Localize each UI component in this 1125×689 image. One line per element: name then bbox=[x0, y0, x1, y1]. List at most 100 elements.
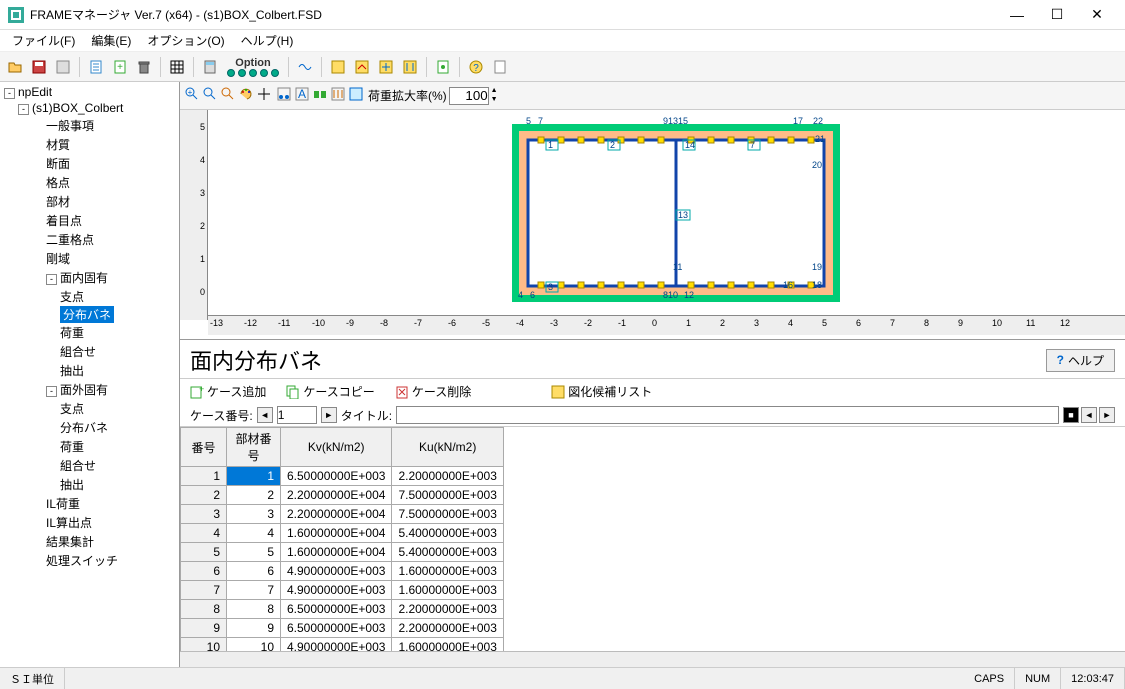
minimize-button[interactable]: — bbox=[997, 1, 1037, 29]
cell-kv[interactable]: 6.50000000E+003 bbox=[281, 467, 392, 486]
cell-ku[interactable]: 5.40000000E+003 bbox=[392, 524, 503, 543]
delete-icon[interactable] bbox=[133, 56, 155, 78]
help-icon[interactable]: ? bbox=[465, 56, 487, 78]
saveall-icon[interactable] bbox=[52, 56, 74, 78]
row-number[interactable]: 7 bbox=[181, 581, 227, 600]
tree-item[interactable]: 組合せ bbox=[2, 456, 177, 475]
spin-up[interactable]: ▲ bbox=[491, 87, 505, 96]
case-add-button[interactable]: +ケース追加 bbox=[190, 383, 266, 400]
info-icon[interactable] bbox=[489, 56, 511, 78]
tree-outplane[interactable]: -面外固有 bbox=[2, 380, 177, 399]
title-input[interactable] bbox=[396, 406, 1059, 424]
row-number[interactable]: 5 bbox=[181, 543, 227, 562]
cell-kv[interactable]: 6.50000000E+003 bbox=[281, 600, 392, 619]
open-icon[interactable] bbox=[4, 56, 26, 78]
result-icon[interactable] bbox=[348, 86, 364, 105]
tree-item[interactable]: 抽出 bbox=[2, 361, 177, 380]
table-row[interactable]: 9 9 6.50000000E+003 2.20000000E+003 bbox=[181, 619, 504, 638]
nav-next[interactable]: ► bbox=[1099, 407, 1115, 423]
table-row[interactable]: 10 10 4.90000000E+003 1.60000000E+003 bbox=[181, 638, 504, 652]
row-number[interactable]: 4 bbox=[181, 524, 227, 543]
cell-kv[interactable]: 4.90000000E+003 bbox=[281, 638, 392, 652]
table-row[interactable]: 5 5 1.60000000E+004 5.40000000E+003 bbox=[181, 543, 504, 562]
row-number[interactable]: 10 bbox=[181, 638, 227, 652]
member-icon[interactable]: A bbox=[294, 86, 310, 105]
col-header[interactable]: Ku(kN/m2) bbox=[392, 428, 503, 467]
col-header[interactable]: 部材番号 bbox=[227, 428, 281, 467]
tree-item[interactable]: 支点 bbox=[2, 399, 177, 418]
table-row[interactable]: 6 6 4.90000000E+003 1.60000000E+003 bbox=[181, 562, 504, 581]
tree-item[interactable]: IL算出点 bbox=[2, 513, 177, 532]
close-button[interactable]: ✕ bbox=[1077, 1, 1117, 29]
tree-item[interactable]: 荷重 bbox=[2, 437, 177, 456]
maximize-button[interactable]: ☐ bbox=[1037, 1, 1077, 29]
menu-help[interactable]: ヘルプ(H) bbox=[233, 30, 302, 51]
candidates-button[interactable]: 図化候補リスト bbox=[551, 383, 652, 400]
load-ratio-input[interactable] bbox=[449, 87, 489, 105]
case-next[interactable]: ► bbox=[321, 407, 337, 423]
cell-member[interactable]: 1 bbox=[227, 467, 281, 486]
cell-ku[interactable]: 5.40000000E+003 bbox=[392, 543, 503, 562]
cell-member[interactable]: 9 bbox=[227, 619, 281, 638]
tree-item[interactable]: 結果集計 bbox=[2, 532, 177, 551]
row-number[interactable]: 6 bbox=[181, 562, 227, 581]
case-number-input[interactable] bbox=[277, 406, 317, 424]
case-delete-button[interactable]: ケース削除 bbox=[395, 383, 471, 400]
wave-icon[interactable] bbox=[294, 56, 316, 78]
save-icon[interactable] bbox=[28, 56, 50, 78]
cell-ku[interactable]: 1.60000000E+003 bbox=[392, 581, 503, 600]
cell-member[interactable]: 5 bbox=[227, 543, 281, 562]
tree-item[interactable]: 剛域 bbox=[2, 249, 177, 268]
chart1-icon[interactable] bbox=[327, 56, 349, 78]
cell-kv[interactable]: 2.20000000E+004 bbox=[281, 486, 392, 505]
help-button[interactable]: ?ヘルプ bbox=[1046, 349, 1115, 372]
tree-item[interactable]: 荷重 bbox=[2, 323, 177, 342]
cell-member[interactable]: 6 bbox=[227, 562, 281, 581]
zoom-fit-icon[interactable] bbox=[220, 86, 236, 105]
menu-option[interactable]: オプション(O) bbox=[139, 30, 232, 51]
case-copy-button[interactable]: ケースコピー bbox=[286, 383, 374, 400]
cell-ku[interactable]: 2.20000000E+003 bbox=[392, 600, 503, 619]
cell-kv[interactable]: 6.50000000E+003 bbox=[281, 619, 392, 638]
cell-member[interactable]: 7 bbox=[227, 581, 281, 600]
spin-down[interactable]: ▼ bbox=[491, 96, 505, 105]
table-row[interactable]: 7 7 4.90000000E+003 1.60000000E+003 bbox=[181, 581, 504, 600]
viewer-canvas[interactable]: 5 4 3 2 1 0 bbox=[180, 110, 1125, 340]
case-prev[interactable]: ◄ bbox=[257, 407, 273, 423]
row-number[interactable]: 8 bbox=[181, 600, 227, 619]
grid-icon[interactable] bbox=[166, 56, 188, 78]
zoom-in-icon[interactable]: + bbox=[184, 86, 200, 105]
new-icon[interactable]: + bbox=[109, 56, 131, 78]
cell-ku[interactable]: 1.60000000E+003 bbox=[392, 562, 503, 581]
node-icon[interactable] bbox=[276, 86, 292, 105]
table-row[interactable]: 8 8 6.50000000E+003 2.20000000E+003 bbox=[181, 600, 504, 619]
option-dots[interactable] bbox=[223, 69, 283, 77]
calc-icon[interactable] bbox=[199, 56, 221, 78]
tree-item[interactable]: IL荷重 bbox=[2, 494, 177, 513]
col-header[interactable]: Kv(kN/m2) bbox=[281, 428, 392, 467]
menu-file[interactable]: ファイル(F) bbox=[4, 30, 83, 51]
crosshair-icon[interactable] bbox=[256, 86, 272, 105]
tree-item-selected[interactable]: 分布バネ bbox=[60, 306, 114, 323]
cell-ku[interactable]: 2.20000000E+003 bbox=[392, 467, 503, 486]
cell-ku[interactable]: 7.50000000E+003 bbox=[392, 505, 503, 524]
tree-item[interactable]: 分布バネ bbox=[2, 418, 177, 437]
table-wrap[interactable]: 番号 部材番号 Kv(kN/m2) Ku(kN/m2) 1 1 6.500000… bbox=[180, 427, 1125, 651]
binoculars-icon[interactable] bbox=[312, 86, 328, 105]
cell-member[interactable]: 2 bbox=[227, 486, 281, 505]
tree-model[interactable]: -(s1)BOX_Colbert bbox=[2, 100, 177, 116]
row-number[interactable]: 2 bbox=[181, 486, 227, 505]
cell-kv[interactable]: 2.20000000E+004 bbox=[281, 505, 392, 524]
tree-item[interactable]: 支点 bbox=[2, 287, 177, 306]
col-header[interactable]: 番号 bbox=[181, 428, 227, 467]
row-number[interactable]: 3 bbox=[181, 505, 227, 524]
tree-item[interactable]: 抽出 bbox=[2, 475, 177, 494]
table-row[interactable]: 4 4 1.60000000E+004 5.40000000E+003 bbox=[181, 524, 504, 543]
tree-view[interactable]: -npEdit -(s1)BOX_Colbert 一般事項 材質 断面 格点 部… bbox=[0, 82, 180, 667]
cell-ku[interactable]: 1.60000000E+003 bbox=[392, 638, 503, 652]
cell-kv[interactable]: 4.90000000E+003 bbox=[281, 562, 392, 581]
cell-member[interactable]: 4 bbox=[227, 524, 281, 543]
cell-member[interactable]: 10 bbox=[227, 638, 281, 652]
row-number[interactable]: 9 bbox=[181, 619, 227, 638]
nav-prev[interactable]: ◄ bbox=[1081, 407, 1097, 423]
